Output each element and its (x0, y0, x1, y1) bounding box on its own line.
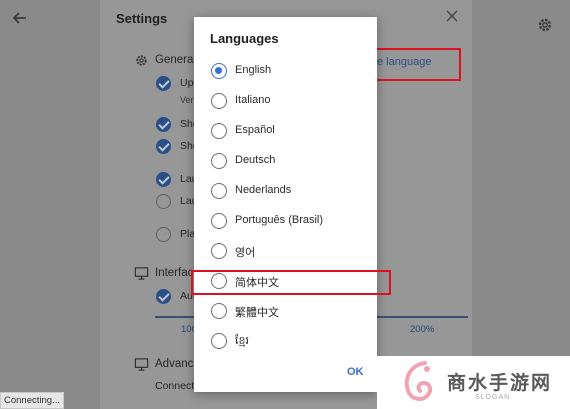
radio-unselected-icon[interactable] (211, 183, 227, 199)
radio-unselected-icon[interactable] (211, 303, 227, 319)
show-checkbox-2[interactable] (156, 139, 171, 154)
launch-checkbox-1[interactable] (156, 172, 171, 187)
radio-unselected-icon[interactable] (211, 333, 227, 349)
settings-title: Settings (116, 11, 168, 26)
watermark-brand-text: 商水手游网 (447, 373, 553, 394)
radio-unselected-icon[interactable] (211, 93, 227, 109)
monitor-icon (134, 267, 149, 280)
show-label-1: Show (180, 118, 194, 130)
language-option[interactable]: Português (Brasil) (209, 209, 374, 233)
launch-checkbox-2[interactable] (156, 194, 171, 209)
language-option[interactable]: 繁體中文 (209, 299, 374, 323)
radio-unselected-icon[interactable] (211, 243, 227, 259)
ok-button[interactable]: OK (347, 366, 364, 378)
interface-auto-checkbox[interactable] (156, 289, 171, 304)
highlight-box-simplified-chinese (191, 270, 391, 295)
play-label: Play (180, 228, 194, 240)
launch-label-1: Launch (180, 173, 194, 185)
language-option-label: Nederlands (235, 184, 292, 196)
zoom-min-label: 100 (181, 324, 194, 335)
update-label: Update (180, 77, 194, 89)
language-option-label: Português (Brasil) (235, 214, 324, 226)
language-option[interactable]: ខ្មែរ (209, 329, 374, 353)
launch-label-2: Launch (180, 195, 194, 207)
watermark-logo-icon (404, 361, 433, 401)
monitor-icon (134, 358, 149, 371)
language-option-label: 영어 (235, 247, 256, 259)
section-general-label: General (155, 54, 194, 66)
section-advanced-label: Advanced (155, 358, 194, 370)
connection-label: Connection (155, 380, 194, 392)
watermark-slogan: SLOGAN (475, 394, 511, 401)
languages-dialog: Languages English Italiano Español Deutsch N… (194, 17, 377, 392)
language-option[interactable]: Nederlands (209, 179, 374, 203)
zoom-max-label: 200% (410, 324, 435, 335)
status-bar: Connecting... (0, 392, 64, 409)
show-label-2: Show (180, 140, 194, 152)
radio-selected-icon[interactable] (211, 63, 227, 79)
radio-unselected-icon[interactable] (211, 123, 227, 139)
show-checkbox-1[interactable] (156, 117, 171, 132)
language-option[interactable]: English (209, 59, 374, 83)
close-icon[interactable] (445, 9, 459, 23)
language-option[interactable]: Deutsch (209, 149, 374, 173)
back-arrow-icon[interactable] (10, 8, 30, 28)
language-option-label: Español (235, 124, 275, 136)
language-option[interactable]: 영어 (209, 239, 374, 263)
watermark: 商水手游网 SLOGAN (377, 356, 570, 409)
radio-unselected-icon[interactable] (211, 153, 227, 169)
language-option-label: Deutsch (235, 154, 276, 166)
dialog-title: Languages (210, 31, 279, 46)
settings-gear-icon[interactable] (535, 15, 555, 35)
language-option[interactable]: Italiano (209, 89, 374, 113)
language-option-label: Italiano (235, 94, 271, 106)
gear-icon (136, 55, 147, 66)
language-option[interactable]: Español (209, 119, 374, 143)
language-option-label: 繁體中文 (235, 307, 279, 319)
version-label: Version (180, 95, 194, 105)
play-checkbox[interactable] (156, 227, 171, 242)
language-option-label: ខ្មែរ (235, 335, 249, 347)
update-checkbox[interactable] (156, 76, 171, 91)
language-option-label: English (235, 64, 272, 76)
radio-unselected-icon[interactable] (211, 213, 227, 229)
section-interface-label: Interface (155, 267, 194, 279)
